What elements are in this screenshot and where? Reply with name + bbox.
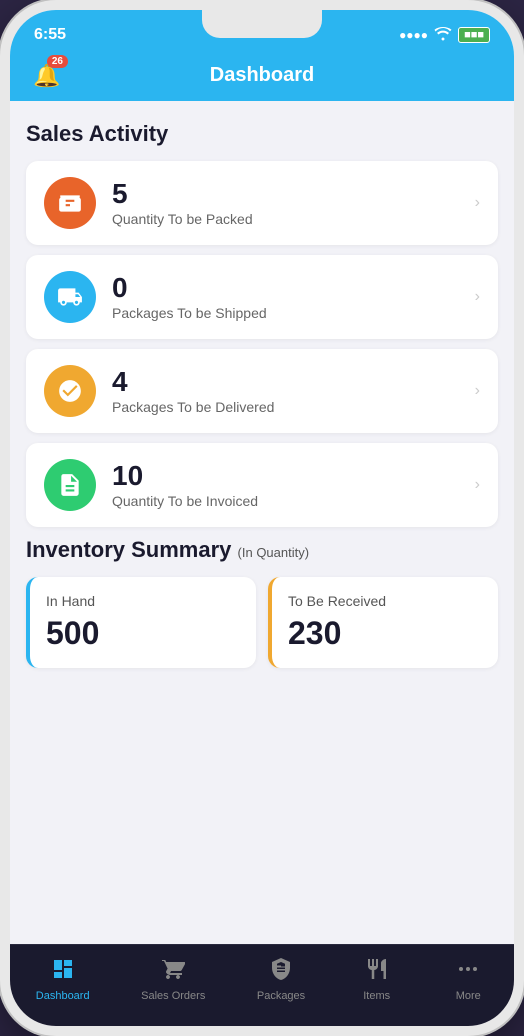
- invoiced-chevron-icon: ›: [475, 476, 480, 494]
- app-header: 🔔 26 Dashboard: [10, 54, 514, 101]
- sales-activity-title: Sales Activity: [26, 121, 498, 147]
- battery-icon: ■■■: [458, 27, 490, 43]
- inventory-subtitle: (In Quantity): [238, 545, 310, 560]
- bottom-nav: Dashboard Sales Orders Packages: [10, 944, 514, 1026]
- phone-inner: 6:55 ●●●● ■■■ 🔔 26 Dashboard: [10, 10, 514, 1026]
- invoiced-text: 10 Quantity To be Invoiced: [112, 461, 475, 510]
- main-content: Sales Activity 5 Quantity To be Packed ›: [10, 101, 514, 944]
- packed-card[interactable]: 5 Quantity To be Packed ›: [26, 161, 498, 245]
- nav-dashboard-label: Dashboard: [36, 990, 90, 1002]
- nav-items[interactable]: Items: [347, 953, 407, 1006]
- delivered-text: 4 Packages To be Delivered: [112, 367, 475, 416]
- status-icons: ●●●● ■■■: [399, 27, 490, 44]
- notch: [202, 10, 322, 38]
- shipped-icon: [44, 271, 96, 323]
- notification-icon-container: 🔔 26: [30, 59, 64, 93]
- more-icon: [456, 957, 480, 986]
- notification-button[interactable]: 🔔 26: [30, 59, 64, 93]
- nav-packages-label: Packages: [257, 990, 305, 1002]
- shipped-label: Packages To be Shipped: [112, 305, 475, 321]
- packed-icon: [44, 177, 96, 229]
- sales-orders-icon: [161, 957, 185, 986]
- nav-more[interactable]: More: [438, 953, 498, 1006]
- invoiced-icon: [44, 459, 96, 511]
- nav-sales-orders-label: Sales Orders: [141, 990, 205, 1002]
- delivered-number: 4: [112, 367, 475, 398]
- in-hand-value: 500: [46, 615, 240, 652]
- nav-dashboard[interactable]: Dashboard: [26, 953, 100, 1006]
- inventory-section: Inventory Summary (In Quantity) In Hand …: [26, 537, 498, 668]
- to-be-received-card[interactable]: To Be Received 230: [268, 577, 498, 668]
- in-hand-card[interactable]: In Hand 500: [26, 577, 256, 668]
- delivered-icon: [44, 365, 96, 417]
- inventory-title: Inventory Summary (In Quantity): [26, 537, 498, 563]
- notification-badge: 26: [47, 55, 68, 68]
- sales-activity-section: Sales Activity 5 Quantity To be Packed ›: [26, 121, 498, 527]
- wifi-icon: [434, 27, 452, 44]
- shipped-card[interactable]: 0 Packages To be Shipped ›: [26, 255, 498, 339]
- delivered-label: Packages To be Delivered: [112, 399, 475, 415]
- to-be-received-value: 230: [288, 615, 482, 652]
- shipped-text: 0 Packages To be Shipped: [112, 273, 475, 322]
- nav-more-label: More: [456, 990, 481, 1002]
- nav-items-label: Items: [363, 990, 390, 1002]
- phone-shell: 6:55 ●●●● ■■■ 🔔 26 Dashboard: [0, 0, 524, 1036]
- packed-label: Quantity To be Packed: [112, 211, 475, 227]
- inventory-row: In Hand 500 To Be Received 230: [26, 577, 498, 668]
- status-time: 6:55: [34, 26, 66, 44]
- delivered-card[interactable]: 4 Packages To be Delivered ›: [26, 349, 498, 433]
- invoiced-number: 10: [112, 461, 475, 492]
- nav-packages[interactable]: Packages: [247, 953, 315, 1006]
- packed-text: 5 Quantity To be Packed: [112, 179, 475, 228]
- shipped-number: 0: [112, 273, 475, 304]
- packed-number: 5: [112, 179, 475, 210]
- packages-icon: [269, 957, 293, 986]
- invoiced-card[interactable]: 10 Quantity To be Invoiced ›: [26, 443, 498, 527]
- packed-chevron-icon: ›: [475, 194, 480, 212]
- to-be-received-label: To Be Received: [288, 593, 482, 609]
- shipped-chevron-icon: ›: [475, 288, 480, 306]
- invoiced-label: Quantity To be Invoiced: [112, 493, 475, 509]
- in-hand-label: In Hand: [46, 593, 240, 609]
- delivered-chevron-icon: ›: [475, 382, 480, 400]
- items-icon: [365, 957, 389, 986]
- nav-sales-orders[interactable]: Sales Orders: [131, 953, 215, 1006]
- header-title: Dashboard: [210, 64, 314, 87]
- dashboard-icon: [51, 957, 75, 986]
- signal-icon: ●●●●: [399, 28, 428, 42]
